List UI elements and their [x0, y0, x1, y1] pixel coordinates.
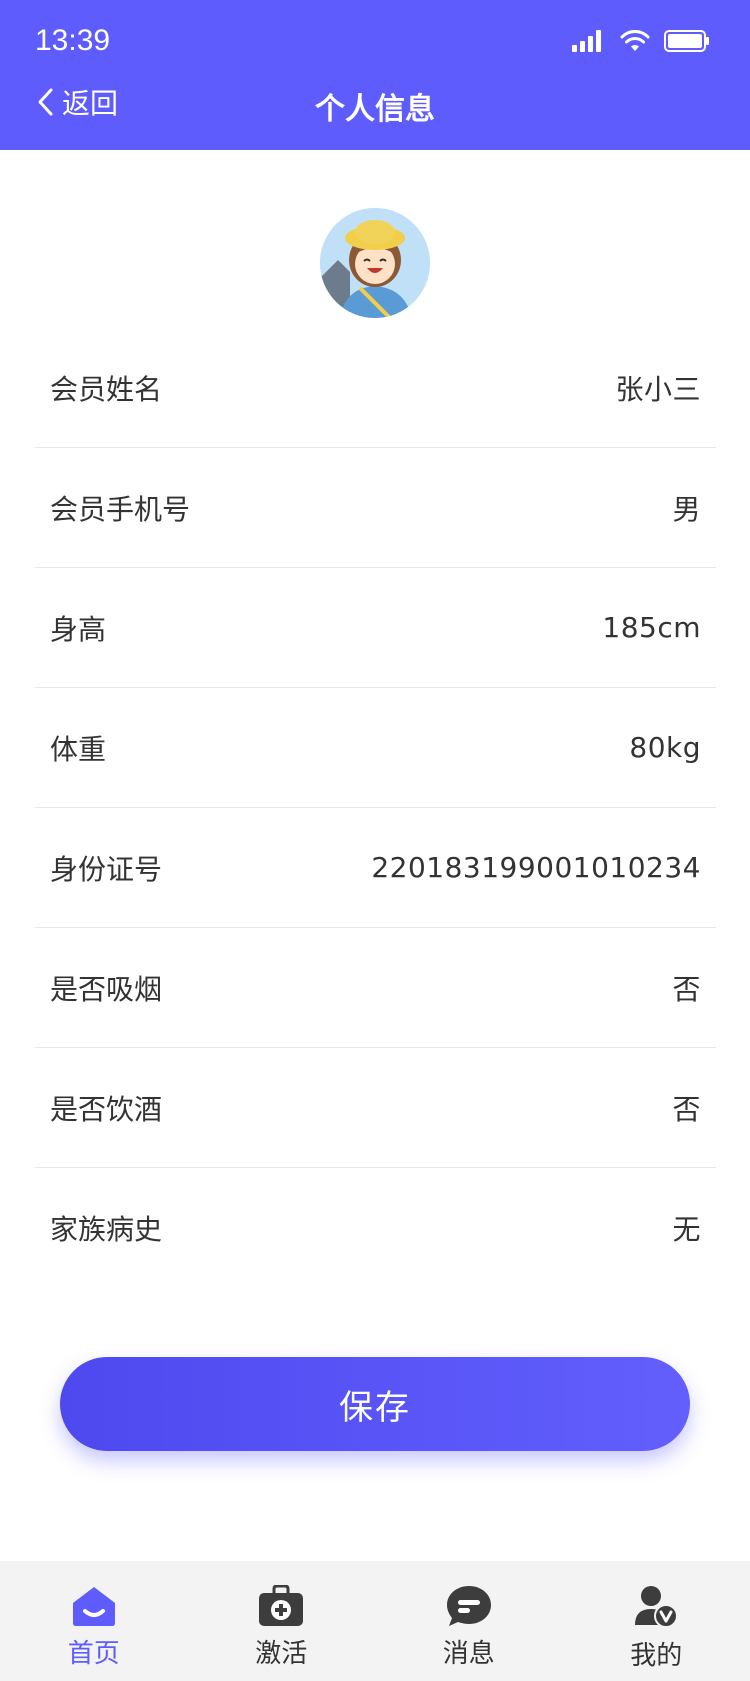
row-value: 男	[672, 492, 701, 526]
page-title: 个人信息	[315, 92, 435, 127]
tab-messages[interactable]: 消息	[375, 1561, 563, 1681]
home-icon	[72, 1587, 115, 1626]
profile-info-list: 会员姓名 张小三 会员手机号 男 身高 185cm 体重 80kg 身份证号 2…	[35, 328, 716, 1288]
user-verified-icon	[635, 1586, 679, 1628]
header: 13:39 返回 个人信息	[0, 0, 750, 150]
row-height[interactable]: 身高 185cm	[35, 568, 716, 688]
status-time: 13:39	[35, 24, 111, 57]
row-member-name[interactable]: 会员姓名 张小三	[35, 328, 716, 448]
tab-mine[interactable]: 我的	[563, 1561, 750, 1681]
row-label: 身份证号	[50, 852, 163, 886]
row-member-phone[interactable]: 会员手机号 男	[35, 448, 716, 568]
tab-activate[interactable]: 激活	[188, 1561, 376, 1681]
row-value: 张小三	[615, 372, 701, 406]
row-label: 会员手机号	[50, 492, 191, 526]
row-value: 否	[672, 1092, 701, 1126]
row-id-number[interactable]: 身份证号 220183199001010234	[35, 808, 716, 928]
row-family-history[interactable]: 家族病史 无	[35, 1168, 716, 1288]
row-label: 身高	[50, 612, 107, 646]
signal-icon	[572, 30, 601, 52]
row-label: 家族病史	[50, 1213, 163, 1246]
tab-label: 激活	[255, 1639, 308, 1669]
row-drinking[interactable]: 是否饮酒 否	[35, 1048, 716, 1168]
row-label: 体重	[50, 732, 107, 766]
row-weight[interactable]: 体重 80kg	[35, 688, 716, 808]
message-icon	[446, 1586, 491, 1626]
row-value: 80kg	[629, 731, 701, 764]
save-button[interactable]: 保存	[60, 1357, 690, 1451]
tab-bar: 首页 激活 消息 我的	[0, 1561, 750, 1681]
row-value: 185cm	[602, 611, 701, 644]
row-value: 无	[672, 1213, 701, 1246]
row-label: 是否吸烟	[50, 972, 163, 1006]
tab-label: 首页	[67, 1639, 120, 1669]
row-label: 会员姓名	[50, 372, 163, 406]
status-icons	[572, 30, 710, 52]
avatar-illustration	[320, 208, 430, 318]
row-smoking[interactable]: 是否吸烟 否	[35, 928, 716, 1048]
wifi-icon	[620, 30, 650, 51]
row-label: 是否饮酒	[50, 1092, 163, 1126]
avatar[interactable]	[320, 208, 430, 318]
tab-home[interactable]: 首页	[0, 1561, 188, 1681]
row-value: 220183199001010234	[371, 851, 701, 884]
tab-label: 消息	[442, 1639, 495, 1669]
tab-label: 我的	[630, 1641, 683, 1671]
medkit-icon	[259, 1585, 304, 1626]
row-value: 否	[672, 972, 701, 1006]
battery-icon	[664, 30, 709, 52]
